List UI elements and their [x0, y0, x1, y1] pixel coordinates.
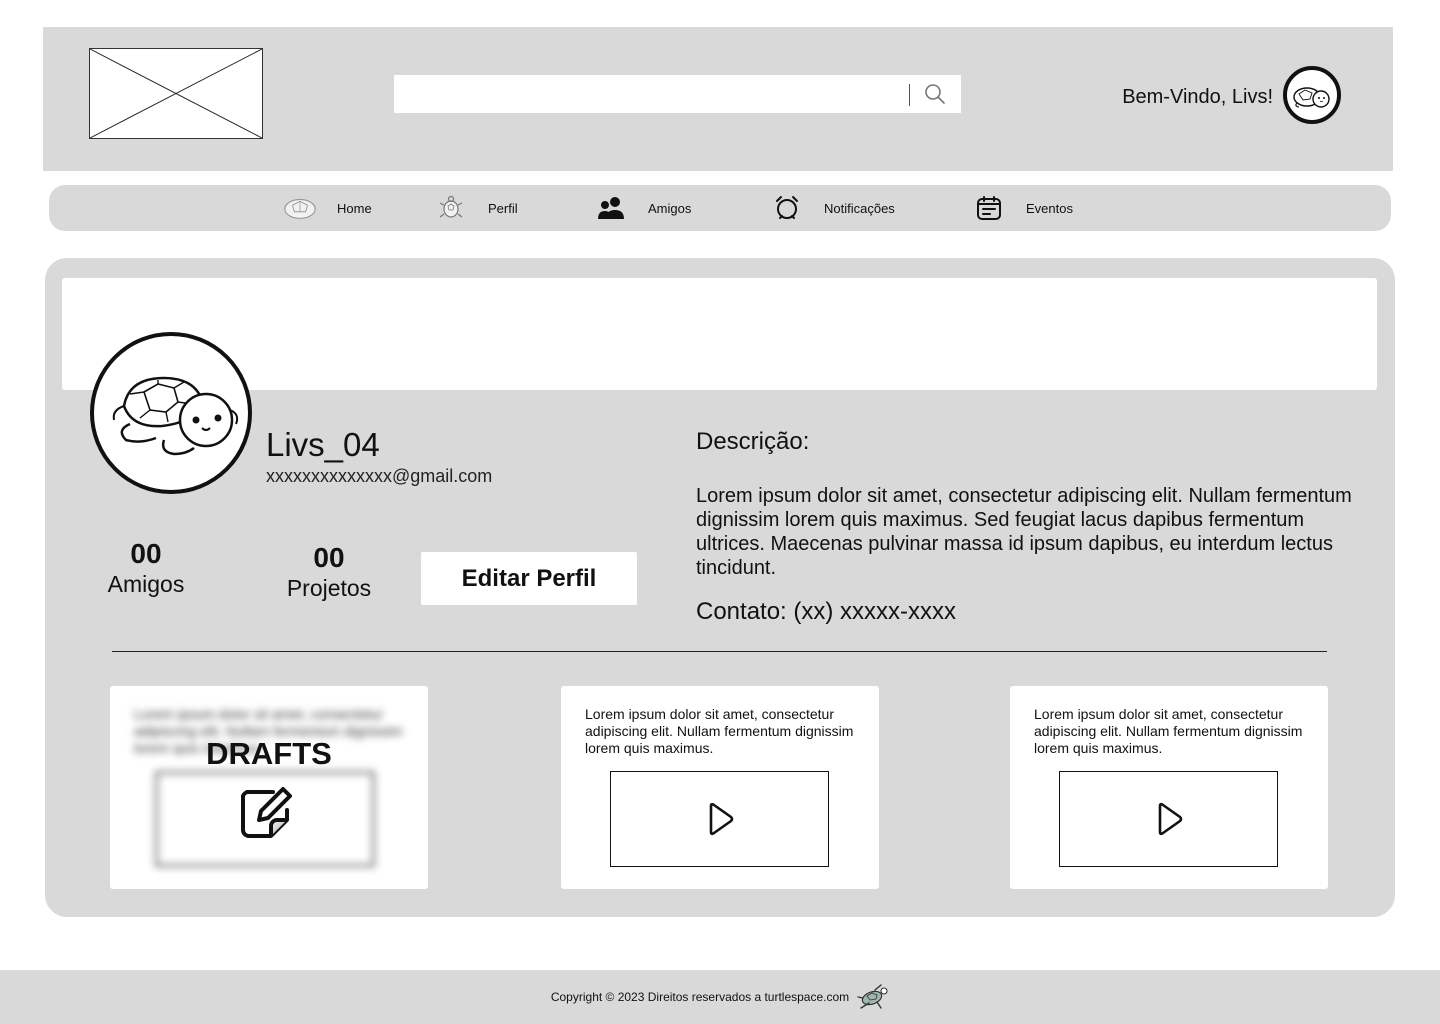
section-divider [112, 651, 1327, 652]
turtle-avatar-icon [1293, 87, 1330, 108]
stat-friends-label: Amigos [107, 571, 185, 597]
project-card[interactable]: Lorem ipsum dolor sit amet, consectetur … [561, 686, 879, 889]
search-input[interactable] [394, 75, 904, 113]
stat-friends-count: 00 [130, 538, 162, 569]
nav-label-notifications: Notificações [824, 200, 895, 216]
turtle-avatar-icon [112, 376, 239, 456]
nav-item-profile[interactable]: Perfil [434, 185, 518, 231]
nav-item-notifications[interactable]: Notificações [770, 185, 895, 231]
description-text: Lorem ipsum dolor sit amet, consectetur … [696, 485, 1352, 579]
contact-info: Contato: (xx) xxxxx-xxxx [696, 598, 957, 625]
nav-label-profile: Perfil [488, 200, 518, 216]
welcome-text: Bem-Vindo, Livs! [1122, 86, 1273, 108]
sea-turtle-icon [857, 984, 888, 1009]
main-nav: Home Perfil Amigos Notificações Eventos [49, 185, 1391, 231]
drafts-title: DRAFTS [206, 736, 332, 771]
description-title: Descrição: [696, 428, 810, 455]
alarm-clock-icon [770, 193, 804, 223]
user-avatar[interactable] [1283, 66, 1341, 124]
profile-email: xxxxxxxxxxxxxx@gmail.com [266, 466, 493, 486]
drafts-card[interactable]: Lorem ipsum dolor sit amet, consectetur … [110, 686, 428, 889]
turtle-shell-icon [283, 193, 317, 223]
project-video[interactable] [1059, 771, 1278, 867]
footer: Copyright © 2023 Direitos reservados a t… [0, 970, 1440, 1024]
stat-projects-count: 00 [313, 542, 345, 573]
logo-placeholder[interactable] [89, 48, 263, 139]
turtle-icon [434, 193, 468, 223]
stat-projects[interactable]: 00 Projetos [278, 542, 380, 602]
edit-profile-button[interactable]: Editar Perfil [421, 552, 637, 605]
search-bar [394, 75, 961, 113]
nav-item-friends[interactable]: Amigos [594, 185, 691, 231]
nav-label-friends: Amigos [648, 200, 692, 216]
nav-label-events: Eventos [1026, 200, 1073, 216]
image-placeholder-icon [90, 49, 262, 138]
nav-item-events[interactable]: Eventos [972, 185, 1073, 231]
header: Bem-Vindo, Livs! [43, 27, 1393, 171]
profile-cover [62, 278, 1377, 390]
footer-copyright: Copyright © 2023 Direitos reservados a t… [550, 990, 850, 1004]
search-icon[interactable] [923, 82, 947, 106]
play-icon[interactable] [1154, 802, 1184, 836]
profile-username: Livs_04 [266, 426, 380, 463]
nav-label-home: Home [337, 200, 372, 216]
nav-item-home[interactable]: Home [283, 185, 372, 231]
people-icon [594, 193, 628, 223]
project-card-text: Lorem ipsum dolor sit amet, consectetur … [585, 706, 854, 756]
edit-note-icon[interactable] [239, 786, 293, 840]
stat-friends[interactable]: 00 Amigos [100, 538, 192, 598]
play-icon[interactable] [705, 802, 735, 836]
search-divider [909, 84, 910, 106]
profile-panel: Livs_04 xxxxxxxxxxxxxx@gmail.com 00 Amig… [45, 258, 1395, 917]
profile-avatar[interactable] [90, 332, 252, 494]
project-card[interactable]: Lorem ipsum dolor sit amet, consectetur … [1010, 686, 1328, 889]
stat-projects-label: Projetos [286, 575, 372, 601]
project-video[interactable] [610, 771, 829, 867]
project-card-text: Lorem ipsum dolor sit amet, consectetur … [1034, 706, 1303, 756]
calendar-icon [972, 193, 1006, 223]
